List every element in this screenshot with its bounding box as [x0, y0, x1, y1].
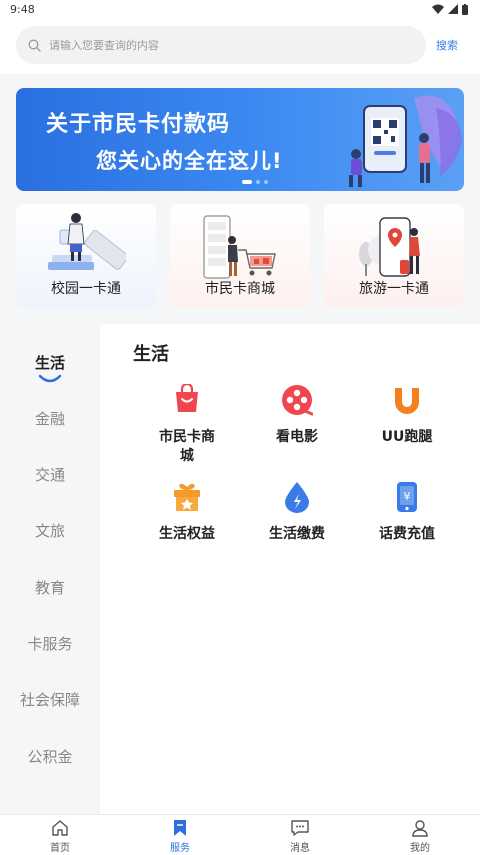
status-time: 9:48 — [10, 2, 35, 16]
tab-label: 首页 — [50, 843, 70, 854]
card-label: 市民卡商城 — [205, 281, 275, 297]
status-bar: 9:48 — [0, 0, 480, 18]
search-box[interactable] — [16, 26, 426, 64]
service-label: 话费充值 — [379, 526, 435, 542]
service-citizen-mall[interactable]: 市民卡商城 — [132, 384, 242, 466]
card-campus-card[interactable]: 校园一卡通 — [16, 204, 156, 308]
film-reel-icon — [282, 385, 313, 416]
gift-box-icon — [174, 483, 200, 511]
status-icons — [432, 3, 468, 15]
shortcut-cards: 校园一卡通 市民卡商城 旅游一卡通 — [16, 204, 464, 308]
tab-home[interactable]: 首页 — [0, 815, 120, 855]
service-phone-recharge[interactable]: ¥ 话费充值 — [352, 481, 462, 544]
service-movies[interactable]: 看电影 — [242, 384, 352, 447]
service-label: 生活权益 — [159, 526, 215, 542]
service-label: 生活缴费 — [269, 526, 325, 542]
active-indicator-icon — [38, 374, 62, 383]
category-content: 生活 市民卡商城 看电影 UU跑腿 生活权益 生活缴费 ¥ 话费充值 — [112, 324, 480, 814]
banner-illustration — [349, 95, 462, 187]
wifi-icon — [432, 4, 444, 14]
sidebar-item-life[interactable]: 生活 — [0, 352, 100, 373]
tab-profile[interactable]: 我的 — [360, 815, 480, 855]
home-icon — [52, 820, 68, 836]
shopping-cart-illustration — [203, 215, 276, 279]
user-icon — [412, 820, 428, 837]
signal-icon — [448, 4, 458, 14]
service-label: 看电影 — [276, 429, 318, 445]
card-label: 旅游一卡通 — [359, 281, 429, 297]
banner-title: 关于市民卡付款码 — [46, 112, 231, 137]
tab-label: 我的 — [410, 843, 430, 854]
shopping-bag-icon — [176, 384, 198, 412]
card-label: 校园一卡通 — [51, 281, 121, 297]
message-icon — [291, 820, 309, 836]
pagination-dot — [242, 180, 252, 184]
search-row: 搜索 — [16, 26, 468, 64]
uu-logo-icon — [395, 388, 419, 414]
search-button[interactable]: 搜索 — [436, 37, 458, 53]
bookmark-icon — [174, 820, 186, 836]
service-life-benefits[interactable]: 生活权益 — [132, 481, 242, 544]
sidebar-item-finance[interactable]: 金融 — [0, 408, 100, 429]
water-drop-icon — [285, 482, 309, 513]
sidebar-item-transport[interactable]: 交通 — [0, 464, 100, 485]
category-sidebar: 生活 金融 交通 文旅 教育 卡服务 社会保障 公积金 — [0, 324, 100, 814]
tab-services[interactable]: 服务 — [120, 815, 240, 855]
svg-text:¥: ¥ — [404, 490, 411, 503]
sidebar-item-culture-travel[interactable]: 文旅 — [0, 520, 100, 541]
service-label: UU跑腿 — [381, 429, 433, 445]
pagination-dot — [256, 180, 260, 184]
sidebar-item-social-security[interactable]: 社会保障 — [0, 689, 100, 710]
sidebar-item-housing-fund[interactable]: 公积金 — [0, 746, 100, 767]
travel-map-illustration — [359, 217, 420, 277]
sidebar-item-card-service[interactable]: 卡服务 — [0, 633, 100, 654]
sidebar-item-education[interactable]: 教育 — [0, 577, 100, 598]
card-travel-card[interactable]: 旅游一卡通 — [324, 204, 464, 308]
promo-banner[interactable]: 关于市民卡付款码 您关心的全在这儿! — [16, 88, 464, 191]
tab-label: 消息 — [290, 843, 310, 854]
student-card-illustration — [48, 213, 126, 270]
pagination-dot — [264, 180, 268, 184]
banner-pagination — [242, 180, 268, 184]
tab-label: 服务 — [170, 843, 190, 854]
banner-subtitle: 您关心的全在这儿! — [96, 149, 283, 173]
phone-yuan-icon: ¥ — [397, 482, 417, 512]
service-label: 市民卡商城 — [159, 429, 215, 464]
tab-messages[interactable]: 消息 — [240, 815, 360, 855]
battery-icon — [462, 3, 468, 15]
search-icon — [28, 39, 41, 52]
search-input[interactable] — [49, 38, 389, 52]
service-utility-bills[interactable]: 生活缴费 — [242, 481, 352, 544]
bottom-tab-bar: 首页 服务 消息 我的 — [0, 814, 480, 855]
section-title: 生活 — [133, 344, 169, 365]
service-uu-errands[interactable]: UU跑腿 — [352, 384, 462, 447]
card-citizen-mall[interactable]: 市民卡商城 — [170, 204, 310, 308]
